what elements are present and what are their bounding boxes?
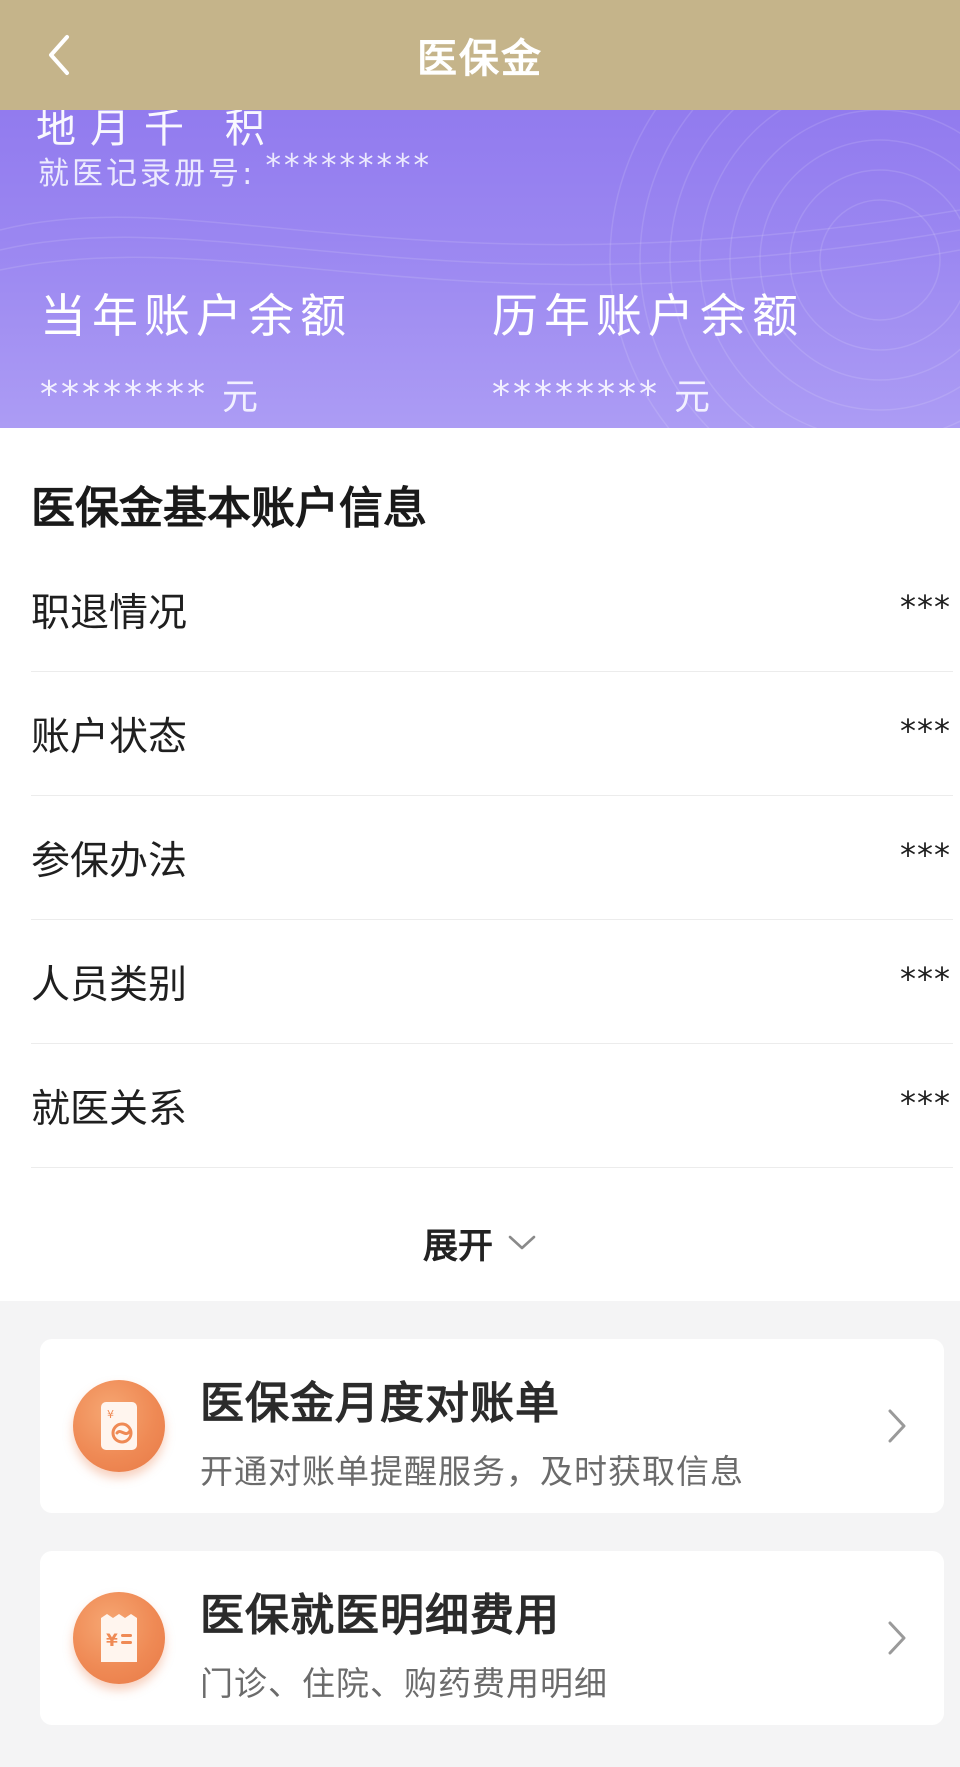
info-row-medical-relation: 就医关系 ***	[31, 1044, 953, 1168]
info-label: 参保办法	[31, 838, 188, 884]
expand-button[interactable]: 展开	[0, 1198, 960, 1288]
info-label: 职退情况	[31, 590, 188, 636]
card-title: 医保就医明细费用	[200, 1590, 560, 1641]
current-year-balance-amount: ********	[40, 373, 208, 415]
info-value: ***	[900, 711, 951, 750]
history-years-balance-amount: ********	[492, 373, 660, 415]
monthly-statement-card[interactable]: ¥ 医保金月度对账单 开通对账单提醒服务，及时获取信息	[40, 1339, 944, 1513]
receipt-icon: ¥	[73, 1592, 165, 1684]
info-value: ***	[900, 1083, 951, 1122]
chevron-left-icon	[49, 35, 69, 75]
info-value: ***	[900, 959, 951, 998]
current-year-balance: 当年账户余额 ******** 元	[40, 280, 352, 420]
info-value: ***	[900, 835, 951, 874]
current-year-balance-unit: 元	[222, 377, 262, 418]
card-text: 医保就医明细费用 门诊、住院、购药费用明细	[200, 1579, 608, 1705]
info-list: 职退情况 *** 账户状态 *** 参保办法 *** 人员类别 *** 就医关系…	[31, 548, 953, 1168]
back-button[interactable]	[28, 25, 88, 85]
info-row-person-category: 人员类别 ***	[31, 920, 953, 1044]
chevron-right-icon	[888, 1409, 906, 1443]
statement-icon: ¥	[73, 1380, 165, 1472]
info-value: ***	[900, 587, 951, 626]
navigation-bar: 医保金	[0, 0, 960, 110]
history-years-balance-value: ******** 元	[492, 368, 804, 420]
info-label: 就医关系	[31, 1086, 188, 1132]
history-years-balance-unit: 元	[674, 377, 714, 418]
info-row-insurance-method: 参保办法 ***	[31, 796, 953, 920]
info-row-account-status: 账户状态 ***	[31, 672, 953, 796]
page: 地月千 积 就医记录册号: ********* 当年账户余额 ******** …	[0, 0, 960, 1767]
expand-label: 展开	[422, 1226, 493, 1267]
medical-expense-details-card[interactable]: ¥ 医保就医明细费用 门诊、住院、购药费用明细	[40, 1551, 944, 1725]
svg-text:¥: ¥	[106, 1631, 118, 1651]
basic-account-info: 医保金基本账户信息 职退情况 *** 账户状态 *** 参保办法 *** 人员类…	[0, 428, 960, 1301]
current-year-balance-value: ******** 元	[40, 368, 352, 420]
record-number-value: *********	[265, 148, 432, 184]
svg-text:¥: ¥	[107, 1408, 114, 1421]
record-number-label: 就医记录册号:	[38, 156, 256, 192]
history-years-balance-label: 历年账户余额	[492, 289, 804, 343]
chevron-down-icon	[508, 1235, 536, 1250]
info-label: 账户状态	[31, 714, 188, 760]
page-title: 医保金	[417, 36, 543, 82]
section-title: 医保金基本账户信息	[31, 483, 427, 534]
card-subtitle: 开通对账单提醒服务，及时获取信息	[200, 1452, 744, 1491]
info-label: 人员类别	[31, 962, 188, 1008]
info-row-retirement-status: 职退情况 ***	[31, 548, 953, 672]
card-text: 医保金月度对账单 开通对账单提醒服务，及时获取信息	[200, 1367, 744, 1493]
card-subtitle: 门诊、住院、购药费用明细	[200, 1664, 608, 1703]
card-title: 医保金月度对账单	[200, 1378, 560, 1429]
current-year-balance-label: 当年账户余额	[40, 289, 352, 343]
history-years-balance: 历年账户余额 ******** 元	[492, 280, 804, 420]
chevron-right-icon	[888, 1621, 906, 1655]
record-number: 就医记录册号: *********	[38, 148, 432, 193]
